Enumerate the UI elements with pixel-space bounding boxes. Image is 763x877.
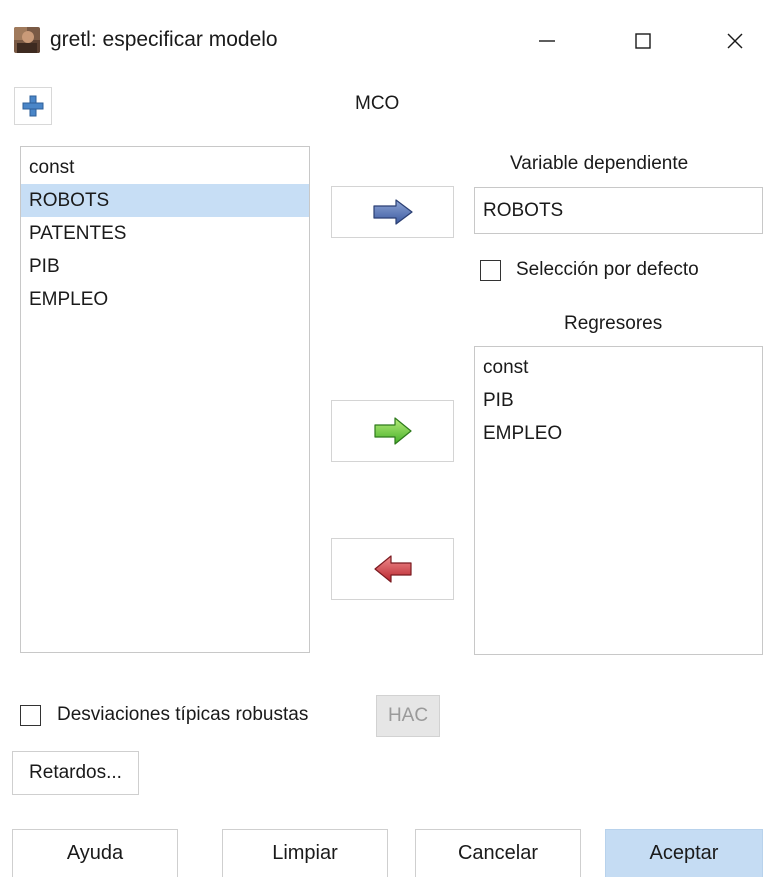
robust-std-errors-label: Desviaciones típicas robustas <box>57 704 309 725</box>
add-regressor-button[interactable] <box>331 400 454 462</box>
maximize-button[interactable] <box>618 22 668 60</box>
list-item[interactable]: PIB <box>21 250 309 283</box>
remove-regressor-button[interactable] <box>331 538 454 600</box>
clear-button[interactable]: Limpiar <box>222 829 388 877</box>
minimize-button[interactable] <box>522 22 572 60</box>
arrow-left-red-icon <box>373 555 412 583</box>
default-selection-checkbox[interactable] <box>480 260 501 281</box>
model-type-title: MCO <box>355 93 400 114</box>
regressors-list[interactable]: const PIB EMPLEO <box>474 346 763 655</box>
plus-icon <box>22 95 44 117</box>
cancel-button[interactable]: Cancelar <box>415 829 581 877</box>
help-button[interactable]: Ayuda <box>12 829 178 877</box>
hac-button[interactable]: HAC <box>376 695 440 737</box>
arrow-right-blue-icon <box>372 199 413 225</box>
maximize-icon <box>635 33 651 49</box>
dependent-variable-label: Variable dependiente <box>510 153 689 174</box>
available-variables-list[interactable]: const ROBOTS PATENTES PIB EMPLEO <box>20 146 310 653</box>
regressors-label: Regresores <box>564 313 663 334</box>
list-item[interactable]: const <box>21 151 309 184</box>
list-item[interactable]: EMPLEO <box>475 417 762 450</box>
list-item[interactable]: EMPLEO <box>21 283 309 316</box>
title-bar: gretl: especificar modelo <box>0 0 763 76</box>
robust-std-errors-checkbox[interactable] <box>20 705 41 726</box>
list-item[interactable]: const <box>475 351 762 384</box>
list-item[interactable]: PATENTES <box>21 217 309 250</box>
minimize-icon <box>539 40 555 42</box>
gretl-app-icon <box>14 27 40 53</box>
close-icon <box>727 33 743 49</box>
dependent-variable-field[interactable]: ROBOTS <box>474 187 763 234</box>
list-item-selected[interactable]: ROBOTS <box>21 184 309 217</box>
close-button[interactable] <box>710 22 760 60</box>
add-variable-button[interactable] <box>14 87 52 125</box>
window-title: gretl: especificar modelo <box>50 28 278 51</box>
lags-button[interactable]: Retardos... <box>12 751 139 795</box>
arrow-right-green-icon <box>373 417 412 445</box>
ok-button[interactable]: Aceptar <box>605 829 763 877</box>
set-dependent-button[interactable] <box>331 186 454 238</box>
default-selection-label: Selección por defecto <box>516 259 699 280</box>
list-item[interactable]: PIB <box>475 384 762 417</box>
